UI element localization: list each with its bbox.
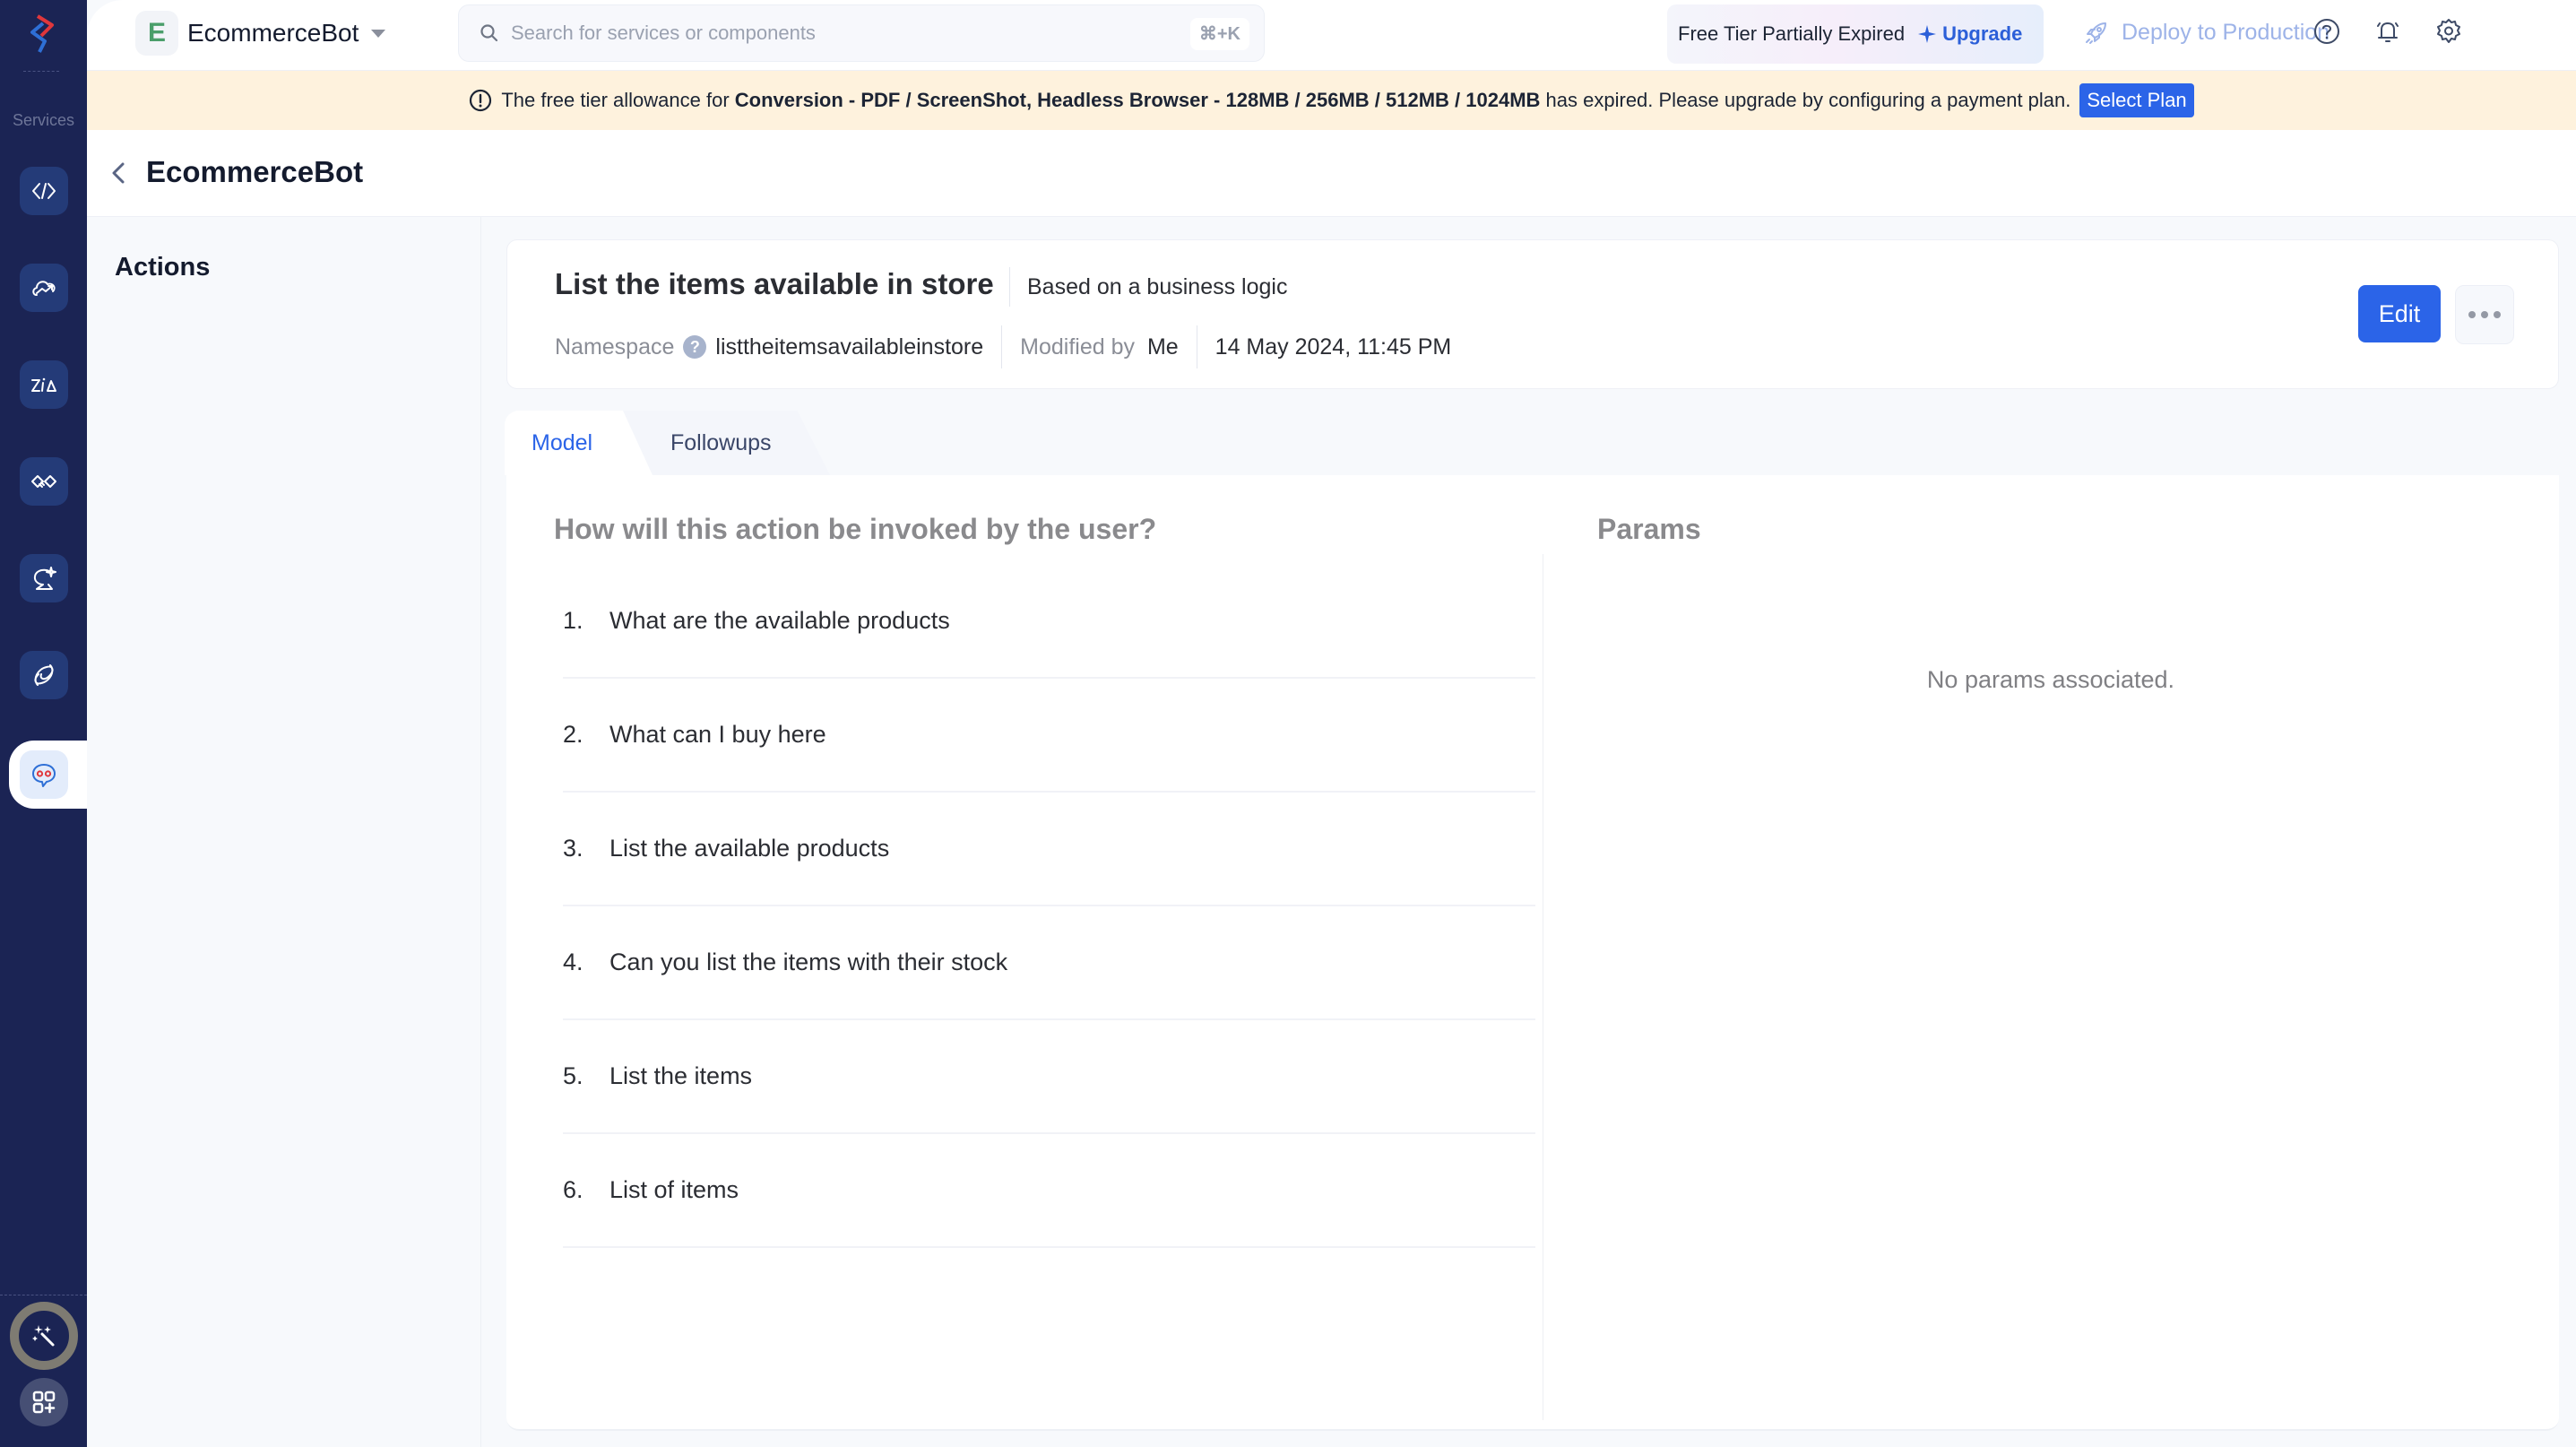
cloud-trend-icon	[32, 281, 56, 296]
action-type: Based on a business logic	[1027, 274, 1288, 299]
deploy-label: Deploy to Production	[2122, 19, 2330, 45]
rail-item-api[interactable]	[20, 167, 68, 215]
caret-down-icon	[371, 29, 386, 38]
action-detail-card: List the items available in store Based …	[506, 239, 2559, 389]
chatbot-icon	[32, 764, 56, 787]
utterance-item[interactable]: 1. What are the available products	[563, 565, 1535, 679]
rail-item-connections[interactable]	[20, 651, 68, 699]
utterance-item[interactable]: 2. What can I buy here	[563, 679, 1535, 793]
utterance-text: What can I buy here	[609, 721, 826, 748]
code-brackets-icon	[32, 183, 56, 199]
rail-divider	[23, 71, 59, 72]
banner-prefix: The free tier allowance for	[501, 89, 730, 111]
workspace-name: EcommerceBot	[187, 19, 359, 47]
action-meta: Namespace ? listtheitemsavailableinstore…	[555, 325, 1451, 368]
rail-item-cloud[interactable]	[20, 264, 68, 312]
utterance-number: 2.	[563, 721, 583, 748]
edit-button[interactable]: Edit	[2358, 285, 2441, 342]
rail-item-chatbot[interactable]	[20, 750, 68, 799]
tier-status-text: Free Tier Partially Expired	[1678, 22, 1906, 45]
zia-icon	[31, 377, 56, 392]
workspace-badge: E	[135, 11, 178, 56]
modified-by-value: Me	[1146, 334, 1179, 360]
utterance-item[interactable]: 5. List the items	[563, 1020, 1535, 1134]
service-rail: Services	[0, 0, 87, 1447]
modified-by-label: Modified by	[1020, 334, 1136, 360]
banner-suffix: has expired. Please upgrade by configuri…	[1545, 89, 2071, 111]
params-empty-state: No params associated.	[1926, 666, 2175, 693]
select-plan-button[interactable]: Select Plan	[2079, 83, 2194, 117]
services-label: Services	[12, 111, 75, 129]
utterance-list: 1. What are the available products 2. What…	[563, 565, 1535, 1248]
utterance-item[interactable]: 3. List the available products	[563, 793, 1535, 906]
notification-bell-icon[interactable]	[2373, 16, 2403, 47]
tier-expired-banner: The free tier allowance for Conversion -…	[87, 71, 2576, 130]
title-divider	[1009, 267, 1010, 307]
app-root: Services E EcommerceBot Search for servi…	[0, 0, 2576, 1447]
settings-gear-icon[interactable]	[2433, 16, 2464, 47]
more-dot-icon	[2481, 311, 2488, 318]
actions-panel-title: Actions	[115, 253, 211, 282]
utterance-text: List the available products	[609, 835, 890, 862]
model-tab-content: How will this action be invoked by the u…	[506, 475, 2559, 1431]
utterance-number: 1.	[563, 607, 583, 634]
actions-panel: Actions	[87, 217, 481, 1447]
namespace-help-icon[interactable]: ?	[683, 335, 707, 359]
sparkle-icon	[1918, 25, 1937, 43]
magic-wand-icon	[32, 1325, 55, 1347]
params-heading: Params	[1597, 513, 1701, 545]
more-options-button[interactable]	[2455, 285, 2514, 344]
upgrade-link[interactable]: Upgrade	[1942, 22, 2022, 46]
utterance-item[interactable]: 6. List of items	[563, 1134, 1535, 1248]
utterance-text: List of items	[609, 1176, 739, 1203]
apps-add-icon	[32, 1391, 56, 1414]
utterance-text: Can you list the items with their stock	[609, 949, 1008, 975]
link-loop-icon	[34, 664, 54, 686]
page-header: EcommerceBot	[87, 130, 2576, 217]
global-search[interactable]: ⌘+K	[458, 4, 1265, 62]
namespace-value: listtheitemsavailableinstore	[715, 334, 984, 360]
search-icon	[480, 24, 498, 42]
rail-item-integrations[interactable]	[20, 457, 68, 506]
page-title: EcommerceBot	[146, 155, 364, 188]
more-dot-icon	[2494, 311, 2501, 318]
utterance-text: What are the available products	[609, 607, 950, 634]
utterance-number: 3.	[563, 835, 583, 862]
rocket-icon	[2086, 22, 2106, 44]
more-dot-icon	[2468, 311, 2476, 318]
chat-sparkle-icon	[33, 567, 56, 590]
search-input[interactable]	[511, 22, 1192, 45]
namespace-label: Namespace	[555, 334, 675, 360]
back-chevron-icon[interactable]	[103, 157, 135, 189]
rail-item-smartchat[interactable]	[20, 554, 68, 602]
top-bar: E EcommerceBot ⌘+K Free Tier Partially E…	[87, 0, 2576, 71]
workspace-switcher[interactable]: E EcommerceBot	[135, 11, 386, 56]
add-app-button[interactable]	[20, 1378, 68, 1426]
utterances-heading: How will this action be invoked by the u…	[554, 513, 1157, 545]
rail-item-zia[interactable]	[20, 360, 68, 409]
handshake-icon	[31, 475, 56, 488]
meta-divider	[1001, 325, 1003, 368]
utterance-item[interactable]: 4. Can you list the items with their stoc…	[563, 906, 1535, 1020]
search-shortcut-hint: ⌘+K	[1189, 18, 1249, 50]
utterance-number: 5.	[563, 1062, 583, 1089]
utterance-number: 4.	[563, 949, 583, 975]
deploy-to-production-button[interactable]: Deploy to Production	[2084, 14, 2330, 50]
magic-wand-button[interactable]	[10, 1302, 78, 1370]
help-icon[interactable]	[2312, 16, 2342, 47]
modified-time: 14 May 2024, 11:45 PM	[1215, 334, 1452, 360]
alert-circle-icon	[470, 89, 492, 112]
tier-status-pill: Free Tier Partially Expired Upgrade	[1667, 4, 2044, 64]
utterance-text: List the items	[609, 1062, 753, 1089]
utterance-number: 6.	[563, 1176, 583, 1203]
banner-resource: Conversion - PDF / ScreenShot, Headless …	[734, 89, 1541, 111]
action-title: List the items available in store	[555, 267, 994, 300]
catalyst-logo-icon[interactable]	[20, 11, 66, 57]
